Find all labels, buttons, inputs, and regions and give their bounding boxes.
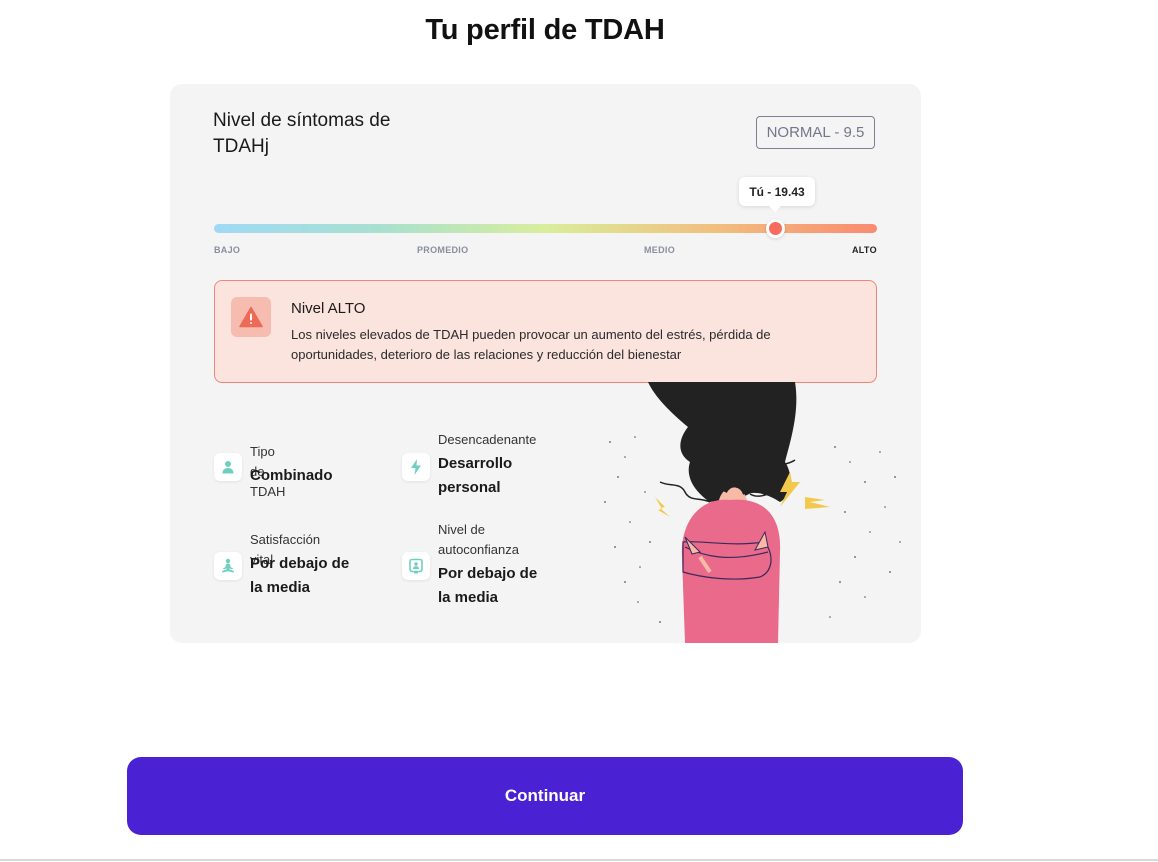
stat-value: Por debajo de la media (250, 555, 350, 596)
scale-label-low: BAJO (214, 245, 241, 255)
continue-button[interactable]: Continuar (127, 757, 963, 835)
stat-value: Desarrollo personal (438, 455, 513, 496)
stat-label: Nivel de autoconfianza (438, 522, 519, 557)
meditation-icon (214, 552, 242, 580)
symptom-level-heading: Nivel de síntomas de TDAHj (213, 110, 391, 157)
stat-value: Por debajo de la media (438, 565, 538, 606)
page-title: Tu perfil de TDAH (425, 14, 665, 46)
scale-label-medium: MEDIO (644, 245, 676, 255)
scale-label-average: PROMEDIO (417, 245, 469, 255)
page: Tu perfil de TDAH Nivel de síntomas de T… (0, 0, 1158, 862)
stressed-woman-illustration (604, 382, 901, 643)
mirror-icon (402, 552, 430, 580)
alert-title: Nivel ALTO (291, 300, 366, 317)
bottom-divider (0, 859, 1158, 861)
lightning-icon (402, 453, 430, 481)
stat-label: Desencadenante (438, 432, 537, 447)
person-icon (214, 453, 242, 481)
stat-value: Combinado (250, 467, 333, 484)
warning-triangle-icon (231, 297, 271, 337)
normal-score-badge: NORMAL - 9.5 (756, 116, 875, 149)
scale-label-high: ALTO (852, 245, 877, 255)
user-score-tooltip: Tú - 19.43 (739, 177, 815, 212)
alert-text: Los niveles elevados de TDAH pueden prov… (291, 327, 771, 362)
adhd-profile-card: Nivel de síntomas de TDAHj NORMAL - 9.5 … (170, 84, 921, 643)
user-score-marker (766, 219, 785, 238)
high-level-alert: Nivel ALTO Los niveles elevados de TDAH … (214, 280, 877, 383)
